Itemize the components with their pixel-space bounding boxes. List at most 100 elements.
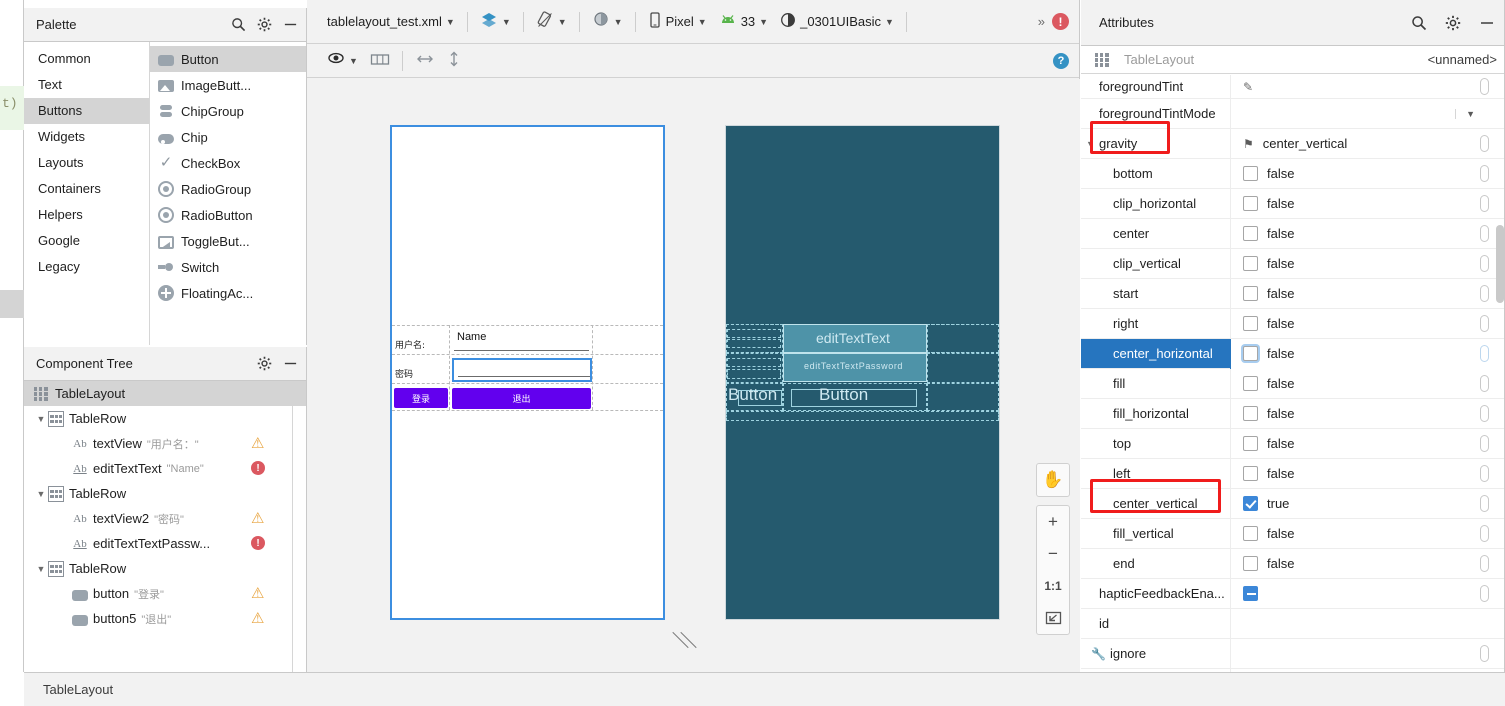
tree-item-tablerow-2[interactable]: ▼ TableRow bbox=[24, 481, 306, 506]
attr-value[interactable]: false bbox=[1230, 248, 1505, 279]
attr-row-fill-horizontal[interactable]: fill_horizontal false bbox=[1081, 398, 1505, 429]
attr-row-foregroundtint[interactable]: foregroundTint ✎ bbox=[1081, 75, 1505, 102]
attr-value[interactable]: false bbox=[1230, 338, 1505, 369]
attr-value[interactable]: false bbox=[1230, 218, 1505, 249]
design-name-field[interactable]: Name bbox=[454, 329, 589, 351]
attr-value[interactable]: false bbox=[1230, 308, 1505, 339]
attr-value[interactable]: false bbox=[1230, 398, 1505, 429]
palette-category-text[interactable]: Text bbox=[24, 72, 149, 98]
checkbox-icon[interactable] bbox=[1243, 406, 1258, 421]
attr-row-clip-horizontal[interactable]: clip_horizontal false bbox=[1081, 188, 1505, 219]
pan-tool-box[interactable]: ✋ bbox=[1036, 463, 1070, 497]
attr-indicator-icon[interactable] bbox=[1480, 405, 1489, 422]
horizontal-size-button[interactable] bbox=[409, 48, 441, 74]
attr-value[interactable]: ▼ bbox=[1230, 98, 1505, 129]
gear-icon[interactable] bbox=[1445, 15, 1461, 31]
toolbar-overflow-button[interactable]: » bbox=[1030, 14, 1052, 29]
attr-value[interactable]: false bbox=[1230, 188, 1505, 219]
palette-category-layouts[interactable]: Layouts bbox=[24, 150, 149, 176]
attr-indicator-icon[interactable] bbox=[1480, 255, 1489, 272]
palette-category-common[interactable]: Common bbox=[24, 46, 149, 72]
attr-value[interactable]: false bbox=[1230, 458, 1505, 489]
attr-indicator-icon[interactable] bbox=[1480, 345, 1489, 362]
palette-item-radiogroup[interactable]: RadioGroup bbox=[150, 176, 306, 202]
attr-indicator-icon[interactable] bbox=[1480, 195, 1489, 212]
attr-row-top[interactable]: top false bbox=[1081, 428, 1505, 459]
palette-category-containers[interactable]: Containers bbox=[24, 176, 149, 202]
design-canvas[interactable]: 用户名: Name 密码 登录 退出 editTextText editText… bbox=[307, 79, 1080, 672]
tree-item-edittexttext[interactable]: Ab editTextText "Name" ! bbox=[24, 456, 306, 481]
minimize-icon[interactable] bbox=[283, 356, 298, 371]
attr-row-center-horizontal[interactable]: center_horizontal false bbox=[1081, 338, 1505, 369]
tree-item-button[interactable]: button "登录" ⚠ bbox=[24, 581, 306, 606]
chevron-down-icon[interactable]: ▼ bbox=[1086, 139, 1095, 149]
attr-value[interactable] bbox=[1230, 638, 1505, 669]
checkbox-icon[interactable] bbox=[1243, 196, 1258, 211]
palette-category-widgets[interactable]: Widgets bbox=[24, 124, 149, 150]
attr-indicator-icon[interactable] bbox=[1480, 375, 1489, 392]
palette-category-buttons[interactable]: Buttons bbox=[24, 98, 149, 124]
palette-item-floatingactionbutton[interactable]: FloatingAc... bbox=[150, 280, 306, 306]
attr-row-end[interactable]: end false bbox=[1081, 548, 1505, 579]
theme-mode-button[interactable]: ▼ bbox=[586, 9, 629, 35]
palette-item-imagebutton[interactable]: ImageButt... bbox=[150, 72, 306, 98]
checkbox-icon[interactable] bbox=[1243, 286, 1258, 301]
attr-indicator-icon[interactable] bbox=[1480, 465, 1489, 482]
palette-item-switch[interactable]: Switch bbox=[150, 254, 306, 280]
attr-row-right[interactable]: right false bbox=[1081, 308, 1505, 339]
pan-hand-icon[interactable]: ✋ bbox=[1037, 464, 1069, 496]
palette-category-google[interactable]: Google bbox=[24, 228, 149, 254]
blueprint-surface[interactable]: editTextText editTextTextPassword Button… bbox=[725, 125, 1000, 620]
zoom-to-fit-icon[interactable] bbox=[1037, 602, 1069, 634]
attr-indicator-icon[interactable] bbox=[1480, 435, 1489, 452]
search-icon[interactable] bbox=[231, 17, 246, 32]
tree-item-tablerow-1[interactable]: ▼ TableRow bbox=[24, 406, 306, 431]
minimize-icon[interactable] bbox=[1479, 15, 1495, 31]
attr-row-id[interactable]: id bbox=[1081, 608, 1505, 639]
design-surface[interactable]: 用户名: Name 密码 登录 退出 bbox=[390, 125, 665, 620]
visibility-button[interactable]: ▼ bbox=[321, 48, 364, 74]
palette-category-helpers[interactable]: Helpers bbox=[24, 202, 149, 228]
checkbox-icon[interactable] bbox=[1243, 376, 1258, 391]
attr-indicator-icon[interactable] bbox=[1480, 78, 1489, 95]
vertical-size-button[interactable] bbox=[441, 48, 467, 74]
canvas-resize-handle[interactable] bbox=[672, 628, 697, 652]
gear-icon[interactable] bbox=[257, 17, 272, 32]
attr-indicator-icon[interactable] bbox=[1480, 645, 1489, 662]
attr-row-fill[interactable]: fill false bbox=[1081, 368, 1505, 399]
attr-value[interactable]: true bbox=[1230, 488, 1505, 519]
checkbox-icon[interactable] bbox=[1243, 526, 1258, 541]
attr-indicator-icon[interactable] bbox=[1480, 525, 1489, 542]
attr-indicator-icon[interactable] bbox=[1480, 585, 1489, 602]
tree-item-textview2[interactable]: Ab textView2 "密码" ⚠ bbox=[24, 506, 306, 531]
chevron-down-icon[interactable]: ▼ bbox=[34, 414, 48, 424]
search-icon[interactable] bbox=[1411, 15, 1427, 31]
attr-indicator-icon[interactable] bbox=[1480, 225, 1489, 242]
attr-indicator-icon[interactable] bbox=[1480, 135, 1489, 152]
checkbox-icon[interactable] bbox=[1243, 496, 1258, 511]
checkbox-icon[interactable] bbox=[1243, 466, 1258, 481]
checkbox-icon[interactable] bbox=[1243, 436, 1258, 451]
zoom-out-button[interactable]: − bbox=[1037, 538, 1069, 570]
attr-value[interactable]: false bbox=[1230, 548, 1505, 579]
tree-item-tablelayout[interactable]: TableLayout bbox=[24, 381, 306, 406]
attr-value[interactable]: false bbox=[1230, 428, 1505, 459]
checkbox-icon[interactable] bbox=[1243, 226, 1258, 241]
attr-value[interactable] bbox=[1230, 578, 1505, 609]
attr-row-clip-vertical[interactable]: clip_vertical false bbox=[1081, 248, 1505, 279]
attr-value[interactable]: false bbox=[1230, 278, 1505, 309]
chevron-down-icon[interactable]: ▼ bbox=[34, 564, 48, 574]
design-exit-button[interactable]: 退出 bbox=[452, 388, 591, 409]
attr-value[interactable]: false bbox=[1230, 368, 1505, 399]
zoom-in-button[interactable]: + bbox=[1037, 506, 1069, 538]
tristate-checkbox-icon[interactable] bbox=[1243, 586, 1258, 601]
checkbox-icon[interactable] bbox=[1243, 346, 1258, 361]
view-mode-button[interactable] bbox=[364, 48, 396, 74]
file-name-dropdown[interactable]: tablelayout_test.xml ▼ bbox=[321, 9, 461, 35]
attr-indicator-icon[interactable] bbox=[1480, 285, 1489, 302]
device-dropdown[interactable]: Pixel ▼ bbox=[642, 9, 713, 35]
attr-row-center-vertical[interactable]: center_vertical true bbox=[1081, 488, 1505, 519]
attributes-scrollbar[interactable] bbox=[1496, 225, 1504, 303]
palette-item-togglebutton[interactable]: ToggleBut... bbox=[150, 228, 306, 254]
palette-item-radiobutton[interactable]: RadioButton bbox=[150, 202, 306, 228]
